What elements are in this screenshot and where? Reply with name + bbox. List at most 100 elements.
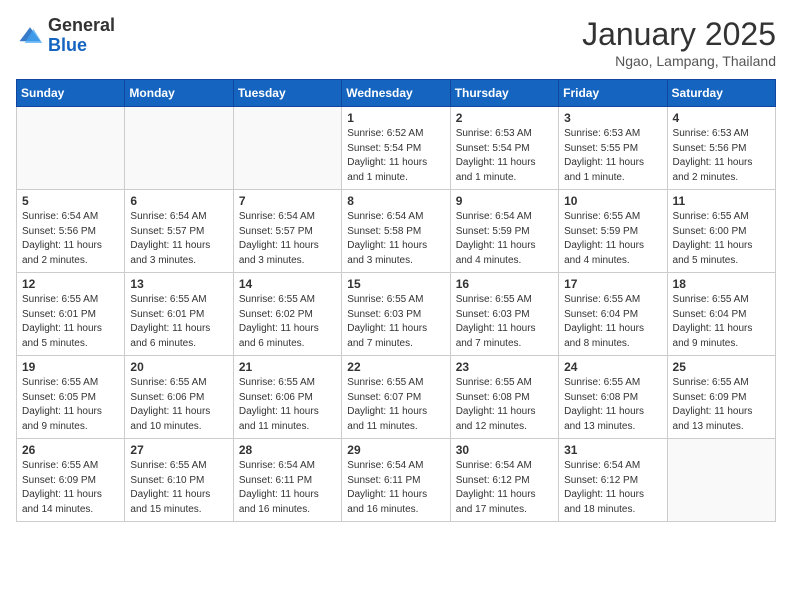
calendar-cell: 15 Sunrise: 6:55 AM Sunset: 6:03 PM Dayli… bbox=[342, 273, 450, 356]
calendar-cell: 5Sunrise: 6:54 AM Sunset: 5:56 PM Daylig… bbox=[17, 190, 125, 273]
day-info: Sunrise: 6:54 AM Sunset: 5:57 PM Dayligh… bbox=[130, 210, 227, 268]
week-row: 5Sunrise: 6:54 AM Sunset: 5:56 PM Daylig… bbox=[17, 190, 776, 273]
day-number: 24 bbox=[564, 360, 661, 374]
day-number: 9 bbox=[456, 194, 553, 208]
calendar-cell: 7 Sunrise: 6:54 AM Sunset: 5:57 PM Daylig… bbox=[233, 190, 341, 273]
day-info: Sunrise: 6:55 AM Sunset: 6:01 PM Dayligh… bbox=[22, 293, 119, 351]
day-number: 4 bbox=[673, 111, 770, 125]
day-number: 6 bbox=[130, 194, 227, 208]
day-info: Sunrise: 6:54 AM Sunset: 5:58 PM Dayligh… bbox=[347, 210, 444, 268]
day-number: 15 bbox=[347, 277, 444, 291]
day-number: 3 bbox=[564, 111, 661, 125]
location-subtitle: Ngao, Lampang, Thailand bbox=[582, 53, 776, 69]
day-number: 20 bbox=[130, 360, 227, 374]
weekday-header-row: SundayMondayTuesdayWednesdayThursdayFrid… bbox=[17, 80, 776, 107]
calendar-cell: 31 Sunrise: 6:54 AM Sunset: 6:12 PM Dayli… bbox=[559, 439, 667, 522]
day-number: 10 bbox=[564, 194, 661, 208]
calendar-cell: 1Sunrise: 6:52 AM Sunset: 5:54 PM Daylig… bbox=[342, 107, 450, 190]
day-info: Sunrise: 6:55 AM Sunset: 6:08 PM Dayligh… bbox=[456, 376, 553, 434]
weekday-header: Wednesday bbox=[342, 80, 450, 107]
calendar-cell: 18 Sunrise: 6:55 AM Sunset: 6:04 PM Dayli… bbox=[667, 273, 775, 356]
day-info: Sunrise: 6:53 AM Sunset: 5:56 PM Dayligh… bbox=[673, 127, 770, 185]
day-info: Sunrise: 6:55 AM Sunset: 6:02 PM Dayligh… bbox=[239, 293, 336, 351]
day-info: Sunrise: 6:55 AM Sunset: 5:59 PM Dayligh… bbox=[564, 210, 661, 268]
day-number: 7 bbox=[239, 194, 336, 208]
day-number: 19 bbox=[22, 360, 119, 374]
logo-text: General Blue bbox=[48, 16, 115, 56]
calendar-cell: 10 Sunrise: 6:55 AM Sunset: 5:59 PM Dayli… bbox=[559, 190, 667, 273]
day-info: Sunrise: 6:55 AM Sunset: 6:04 PM Dayligh… bbox=[673, 293, 770, 351]
day-info: Sunrise: 6:55 AM Sunset: 6:06 PM Dayligh… bbox=[130, 376, 227, 434]
week-row: 12 Sunrise: 6:55 AM Sunset: 6:01 PM Dayli… bbox=[17, 273, 776, 356]
calendar-cell: 6 Sunrise: 6:54 AM Sunset: 5:57 PM Daylig… bbox=[125, 190, 233, 273]
day-number: 23 bbox=[456, 360, 553, 374]
calendar-cell: 8 Sunrise: 6:54 AM Sunset: 5:58 PM Daylig… bbox=[342, 190, 450, 273]
logo-icon bbox=[16, 22, 44, 50]
day-info: Sunrise: 6:55 AM Sunset: 6:09 PM Dayligh… bbox=[673, 376, 770, 434]
day-number: 25 bbox=[673, 360, 770, 374]
calendar-cell: 19 Sunrise: 6:55 AM Sunset: 6:05 PM Dayli… bbox=[17, 356, 125, 439]
day-info: Sunrise: 6:54 AM Sunset: 6:12 PM Dayligh… bbox=[564, 459, 661, 517]
calendar-cell: 30Sunrise: 6:54 AM Sunset: 6:12 PM Dayli… bbox=[450, 439, 558, 522]
day-info: Sunrise: 6:55 AM Sunset: 6:01 PM Dayligh… bbox=[130, 293, 227, 351]
day-info: Sunrise: 6:53 AM Sunset: 5:54 PM Dayligh… bbox=[456, 127, 553, 185]
day-number: 11 bbox=[673, 194, 770, 208]
day-number: 18 bbox=[673, 277, 770, 291]
day-number: 13 bbox=[130, 277, 227, 291]
day-info: Sunrise: 6:55 AM Sunset: 6:10 PM Dayligh… bbox=[130, 459, 227, 517]
calendar-cell: 4 Sunrise: 6:53 AM Sunset: 5:56 PM Daylig… bbox=[667, 107, 775, 190]
calendar-cell: 17Sunrise: 6:55 AM Sunset: 6:04 PM Dayli… bbox=[559, 273, 667, 356]
week-row: 19 Sunrise: 6:55 AM Sunset: 6:05 PM Dayli… bbox=[17, 356, 776, 439]
calendar-cell: 11 Sunrise: 6:55 AM Sunset: 6:00 PM Dayli… bbox=[667, 190, 775, 273]
weekday-header: Friday bbox=[559, 80, 667, 107]
day-info: Sunrise: 6:54 AM Sunset: 5:59 PM Dayligh… bbox=[456, 210, 553, 268]
day-number: 22 bbox=[347, 360, 444, 374]
day-number: 27 bbox=[130, 443, 227, 457]
day-info: Sunrise: 6:54 AM Sunset: 6:11 PM Dayligh… bbox=[239, 459, 336, 517]
calendar-cell bbox=[17, 107, 125, 190]
calendar-cell: 22Sunrise: 6:55 AM Sunset: 6:07 PM Dayli… bbox=[342, 356, 450, 439]
calendar-cell: 26 Sunrise: 6:55 AM Sunset: 6:09 PM Dayli… bbox=[17, 439, 125, 522]
day-info: Sunrise: 6:55 AM Sunset: 6:00 PM Dayligh… bbox=[673, 210, 770, 268]
page-header: General Blue January 2025 Ngao, Lampang,… bbox=[16, 16, 776, 69]
calendar-cell: 24 Sunrise: 6:55 AM Sunset: 6:08 PM Dayli… bbox=[559, 356, 667, 439]
day-info: Sunrise: 6:54 AM Sunset: 5:56 PM Dayligh… bbox=[22, 210, 119, 268]
day-info: Sunrise: 6:55 AM Sunset: 6:03 PM Dayligh… bbox=[456, 293, 553, 351]
day-number: 29 bbox=[347, 443, 444, 457]
day-info: Sunrise: 6:54 AM Sunset: 6:11 PM Dayligh… bbox=[347, 459, 444, 517]
day-number: 28 bbox=[239, 443, 336, 457]
calendar-cell bbox=[125, 107, 233, 190]
day-info: Sunrise: 6:53 AM Sunset: 5:55 PM Dayligh… bbox=[564, 127, 661, 185]
day-number: 14 bbox=[239, 277, 336, 291]
calendar-cell: 13 Sunrise: 6:55 AM Sunset: 6:01 PM Dayli… bbox=[125, 273, 233, 356]
day-number: 21 bbox=[239, 360, 336, 374]
weekday-header: Tuesday bbox=[233, 80, 341, 107]
day-info: Sunrise: 6:55 AM Sunset: 6:09 PM Dayligh… bbox=[22, 459, 119, 517]
logo-general: General bbox=[48, 16, 115, 36]
day-info: Sunrise: 6:55 AM Sunset: 6:08 PM Dayligh… bbox=[564, 376, 661, 434]
calendar-cell: 2Sunrise: 6:53 AM Sunset: 5:54 PM Daylig… bbox=[450, 107, 558, 190]
calendar-cell: 16Sunrise: 6:55 AM Sunset: 6:03 PM Dayli… bbox=[450, 273, 558, 356]
day-number: 12 bbox=[22, 277, 119, 291]
calendar-cell: 20 Sunrise: 6:55 AM Sunset: 6:06 PM Dayli… bbox=[125, 356, 233, 439]
day-info: Sunrise: 6:54 AM Sunset: 6:12 PM Dayligh… bbox=[456, 459, 553, 517]
title-block: January 2025 Ngao, Lampang, Thailand bbox=[582, 16, 776, 69]
day-info: Sunrise: 6:55 AM Sunset: 6:06 PM Dayligh… bbox=[239, 376, 336, 434]
logo-blue: Blue bbox=[48, 36, 115, 56]
calendar-cell: 3 Sunrise: 6:53 AM Sunset: 5:55 PM Daylig… bbox=[559, 107, 667, 190]
day-number: 26 bbox=[22, 443, 119, 457]
calendar-cell: 21 Sunrise: 6:55 AM Sunset: 6:06 PM Dayli… bbox=[233, 356, 341, 439]
day-info: Sunrise: 6:55 AM Sunset: 6:03 PM Dayligh… bbox=[347, 293, 444, 351]
calendar-cell: 23 Sunrise: 6:55 AM Sunset: 6:08 PM Dayli… bbox=[450, 356, 558, 439]
calendar-cell bbox=[667, 439, 775, 522]
day-number: 31 bbox=[564, 443, 661, 457]
calendar-cell: 28 Sunrise: 6:54 AM Sunset: 6:11 PM Dayli… bbox=[233, 439, 341, 522]
calendar-cell: 25 Sunrise: 6:55 AM Sunset: 6:09 PM Dayli… bbox=[667, 356, 775, 439]
day-info: Sunrise: 6:55 AM Sunset: 6:05 PM Dayligh… bbox=[22, 376, 119, 434]
day-number: 8 bbox=[347, 194, 444, 208]
day-info: Sunrise: 6:54 AM Sunset: 5:57 PM Dayligh… bbox=[239, 210, 336, 268]
weekday-header: Saturday bbox=[667, 80, 775, 107]
day-number: 1 bbox=[347, 111, 444, 125]
calendar-table: SundayMondayTuesdayWednesdayThursdayFrid… bbox=[16, 79, 776, 522]
calendar-cell: 9 Sunrise: 6:54 AM Sunset: 5:59 PM Daylig… bbox=[450, 190, 558, 273]
